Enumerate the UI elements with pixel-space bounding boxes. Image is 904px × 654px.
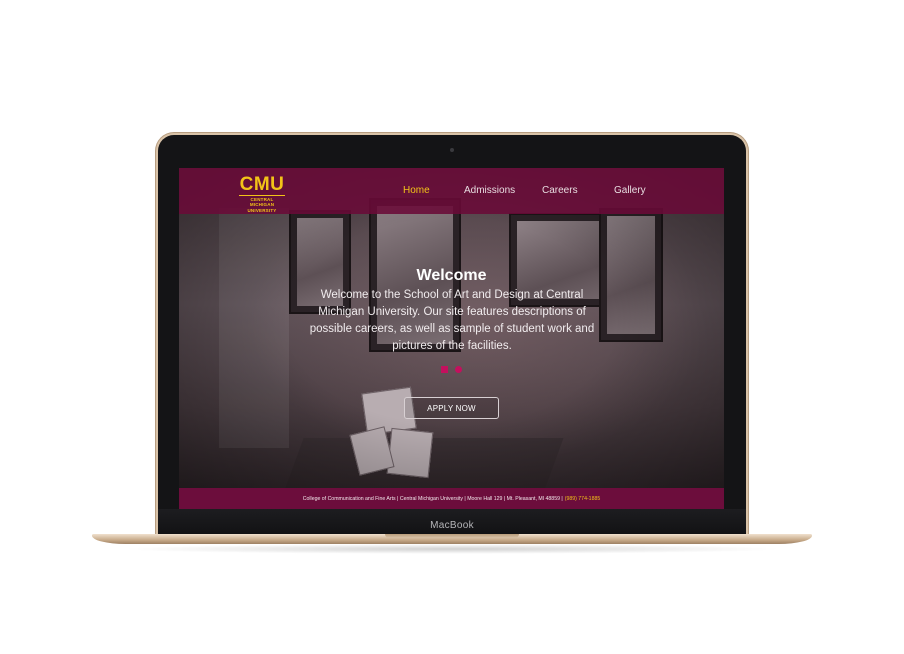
hero-title: Welcome xyxy=(416,267,487,284)
nav-link-careers[interactable]: Careers xyxy=(542,185,578,196)
logo-subtitle-line2: UNIVERSITY xyxy=(247,208,277,213)
nav-link-admissions[interactable]: Admissions xyxy=(464,185,515,196)
hero-description: Welcome to the School of Art and Design … xyxy=(309,289,595,352)
slide-indicator-2[interactable] xyxy=(455,366,462,373)
top-navbar: CMU CENTRAL MICHIGAN UNIVERSITY Home Adm… xyxy=(179,168,724,214)
nav-link-gallery[interactable]: Gallery xyxy=(614,185,646,196)
logo-subtitle-line1: CENTRAL MICHIGAN xyxy=(249,197,275,207)
footer-phone[interactable]: (989) 774-1885 xyxy=(565,496,600,502)
cmu-logo[interactable]: CMU CENTRAL MICHIGAN UNIVERSITY xyxy=(239,174,285,213)
device-brand-label: MacBook xyxy=(430,520,474,531)
bezel-bottom: MacBook xyxy=(158,509,746,537)
laptop-shadow xyxy=(120,544,784,554)
slide-indicator-1[interactable] xyxy=(441,366,448,373)
footer-bar: College of Communication and Fine Arts |… xyxy=(179,488,724,509)
apply-now-button[interactable]: APPLY NOW xyxy=(404,397,499,419)
laptop-notch xyxy=(385,534,519,538)
nav-link-home[interactable]: Home xyxy=(403,185,430,196)
logo-mark: CMU xyxy=(239,174,285,196)
website-screen: CMU CENTRAL MICHIGAN UNIVERSITY Home Adm… xyxy=(179,168,724,509)
camera-icon xyxy=(450,148,454,152)
footer-address: College of Communication and Fine Arts |… xyxy=(302,495,563,502)
